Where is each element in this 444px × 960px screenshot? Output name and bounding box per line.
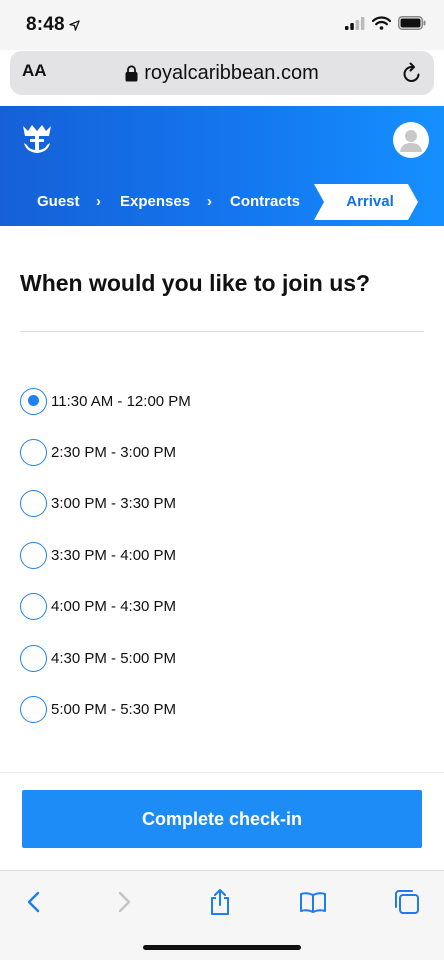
account-avatar[interactable] — [393, 122, 429, 158]
url-display[interactable]: royalcaribbean.com — [10, 51, 434, 95]
arrival-option[interactable]: 11:30 AM - 12:00 PM — [20, 386, 191, 416]
chevron-right-icon: › — [207, 193, 212, 210]
chevron-left-icon — [27, 891, 40, 913]
cellular-signal-icon — [345, 16, 365, 30]
breadcrumb-expenses[interactable]: Expenses — [120, 184, 190, 220]
breadcrumb-guest[interactable]: Guest — [37, 184, 80, 220]
wifi-icon — [372, 16, 391, 30]
book-icon — [300, 892, 326, 913]
arrival-option-label: 4:00 PM - 4:30 PM — [51, 597, 177, 615]
arrival-option[interactable]: 5:00 PM - 5:30 PM — [20, 694, 176, 724]
status-indicators — [345, 16, 426, 30]
arrival-option-label: 5:00 PM - 5:30 PM — [51, 700, 177, 718]
radio-button[interactable] — [20, 541, 47, 569]
page-question: When would you like to join us? — [20, 270, 371, 296]
crown-anchor-icon — [23, 125, 51, 153]
arrival-option-label: 3:00 PM - 3:30 PM — [51, 494, 177, 512]
site-header: Guest › Expenses › Contracts Arrival — [0, 106, 444, 226]
back-button[interactable] — [18, 887, 48, 917]
share-button[interactable] — [205, 887, 235, 917]
arrival-option[interactable]: 2:30 PM - 3:00 PM — [20, 437, 176, 467]
reload-icon — [403, 62, 420, 82]
breadcrumb-arrival[interactable]: Arrival — [314, 184, 418, 220]
arrival-option-label: 3:30 PM - 4:00 PM — [51, 546, 177, 564]
breadcrumb-contracts[interactable]: Contracts — [230, 184, 300, 220]
chevron-right-icon — [118, 891, 131, 913]
radio-button[interactable] — [20, 695, 47, 723]
divider — [0, 772, 444, 773]
status-time: 8:48 — [26, 14, 80, 36]
radio-button[interactable] — [20, 438, 47, 466]
location-arrow-icon — [69, 19, 80, 31]
complete-check-in-button[interactable]: Complete check-in — [22, 790, 422, 848]
arrival-option-label: 2:30 PM - 3:00 PM — [51, 443, 177, 461]
arrival-option[interactable]: 3:30 PM - 4:00 PM — [20, 540, 176, 570]
status-bar: 8:48 — [0, 0, 444, 50]
user-icon — [400, 130, 422, 152]
forward-button[interactable] — [110, 887, 140, 917]
lock-icon — [125, 64, 138, 81]
tabs-icon — [395, 890, 419, 914]
tabs-button[interactable] — [392, 887, 422, 917]
chevron-right-icon: › — [96, 193, 101, 210]
arrival-option[interactable]: 4:30 PM - 5:00 PM — [20, 643, 176, 673]
arrival-option[interactable]: 3:00 PM - 3:30 PM — [20, 488, 176, 518]
reload-button[interactable] — [402, 62, 422, 89]
arrival-option-label: 4:30 PM - 5:00 PM — [51, 649, 177, 667]
breadcrumb-arrival-label: Arrival — [346, 193, 394, 210]
battery-icon — [398, 16, 426, 30]
status-time-text: 8:48 — [26, 14, 65, 35]
bookmarks-button[interactable] — [298, 887, 328, 917]
arrival-option-label: 11:30 AM - 12:00 PM — [51, 392, 191, 410]
radio-button[interactable] — [20, 644, 47, 672]
arrival-option[interactable]: 4:00 PM - 4:30 PM — [20, 591, 176, 621]
radio-button[interactable] — [20, 489, 47, 517]
url-text: royalcaribbean.com — [144, 61, 319, 84]
radio-button[interactable] — [20, 592, 47, 620]
brand-logo[interactable] — [20, 122, 54, 161]
home-indicator — [143, 945, 301, 950]
breadcrumb: Guest › Expenses › Contracts Arrival — [0, 184, 444, 220]
divider — [20, 331, 424, 332]
address-bar[interactable]: AA royalcaribbean.com — [10, 51, 434, 95]
share-icon — [211, 889, 229, 915]
radio-button-selected[interactable] — [20, 387, 47, 415]
